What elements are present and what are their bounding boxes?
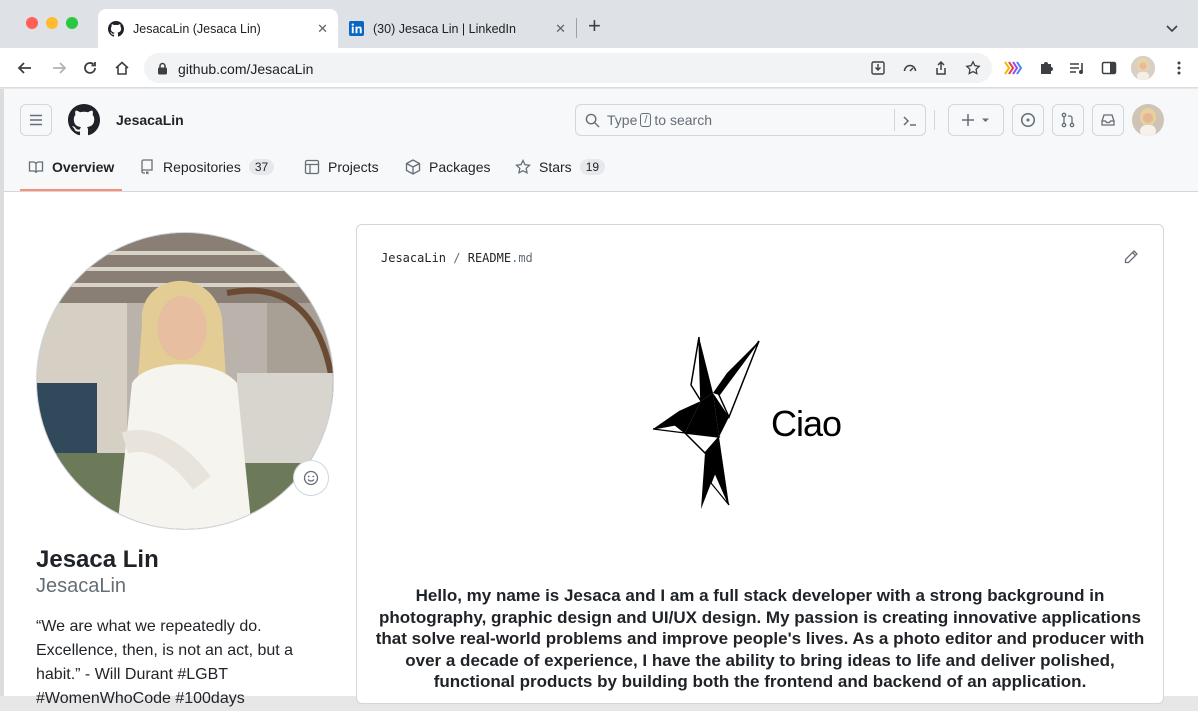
readme-file-ext: .md [511, 251, 533, 265]
tab-github[interactable]: JesacaLin (Jesaca Lin) ✕ [98, 9, 338, 48]
tab-overview-label: Overview [52, 159, 115, 175]
readme-card: JesacaLin / README.md Ciao Hello, my nam… [356, 224, 1164, 704]
tab-packages-label: Packages [429, 159, 491, 175]
readme-greeting: Ciao [771, 403, 842, 444]
close-tab-icon[interactable]: ✕ [317, 21, 328, 37]
smiley-icon [303, 470, 319, 486]
readme-owner-link[interactable]: JesacaLin [381, 251, 446, 265]
search-input[interactable]: Type / to search [575, 104, 926, 136]
search-placeholder-prefix: Type [607, 112, 638, 128]
performance-gauge-icon[interactable] [902, 60, 918, 76]
tab-stars-label: Stars [539, 159, 572, 175]
address-bar[interactable]: github.com/JesacaLin [144, 53, 992, 83]
header-divider [934, 110, 935, 130]
home-icon[interactable] [111, 57, 133, 79]
tab-overview[interactable]: Overview [28, 155, 114, 179]
issues-button[interactable] [1012, 104, 1044, 136]
tab-search-chevron-icon[interactable] [1166, 20, 1178, 38]
pull-request-icon [1061, 112, 1075, 128]
tab-linkedin[interactable]: (30) Jesaca Lin | LinkedIn ✕ [338, 9, 576, 48]
book-icon [28, 159, 44, 175]
active-tab-underline [20, 189, 122, 191]
close-tab-icon[interactable]: ✕ [555, 21, 566, 37]
inbox-button[interactable] [1092, 104, 1124, 136]
create-new-button[interactable] [948, 104, 1004, 136]
edit-pencil-icon[interactable] [1123, 249, 1139, 265]
url-host: github.com/ [178, 61, 251, 77]
zoom-window-button[interactable] [66, 17, 78, 29]
profile-bio: “We are what we repeatedly do. Excellenc… [36, 618, 294, 707]
repositories-count-badge: 37 [248, 159, 275, 175]
package-icon [405, 159, 421, 175]
stars-count-badge: 19 [579, 159, 606, 175]
issue-circle-icon [1020, 112, 1036, 128]
bookmark-star-icon[interactable] [965, 60, 981, 76]
tab-divider [576, 18, 577, 38]
side-panel-icon[interactable] [1100, 59, 1118, 77]
profile-username: JesacaLin [36, 575, 127, 597]
inbox-icon [1101, 114, 1115, 126]
tab-projects[interactable]: Projects [304, 155, 379, 179]
chrome-profile-avatar[interactable] [1131, 56, 1155, 80]
star-icon [515, 159, 531, 175]
url-path: JesacaLin [250, 61, 314, 77]
header-username-link[interactable]: JesacaLin [116, 112, 184, 128]
origami-crane-logo-icon [649, 333, 761, 514]
table-icon [304, 159, 320, 175]
user-avatar[interactable] [1132, 104, 1164, 136]
search-divider [894, 109, 895, 131]
search-icon [585, 113, 600, 133]
extensions-puzzle-icon[interactable] [1037, 59, 1055, 77]
hamburger-menu-button[interactable] [20, 104, 52, 136]
profile-photo[interactable] [36, 232, 334, 530]
search-placeholder-suffix: to search [654, 112, 713, 128]
profile-full-name: Jesaca Lin [36, 546, 159, 573]
install-app-icon[interactable] [870, 60, 886, 76]
tab-stars[interactable]: Stars 19 [515, 155, 606, 179]
back-arrow-icon[interactable] [14, 57, 36, 79]
media-playlist-icon[interactable] [1068, 59, 1086, 77]
set-status-button[interactable] [293, 460, 329, 496]
lock-icon[interactable] [154, 60, 170, 76]
tab-packages[interactable]: Packages [405, 155, 490, 179]
chrome-menu-kebab-icon[interactable] [1170, 59, 1188, 77]
readme-path-separator: / [453, 251, 461, 265]
github-logo-icon[interactable] [68, 104, 100, 141]
profile-content: Jesaca Lin JesacaLin “We are what we rep… [4, 192, 1198, 707]
pull-requests-button[interactable] [1052, 104, 1084, 136]
tab-title: JesacaLin (Jesaca Lin) [133, 21, 261, 36]
share-icon[interactable] [933, 60, 949, 76]
repo-icon [139, 159, 155, 175]
url-text: github.com/JesacaLin [178, 61, 313, 77]
readme-file-name[interactable]: README [468, 251, 511, 265]
tab-projects-label: Projects [328, 159, 379, 175]
plus-dropdown-icon [962, 114, 989, 126]
minimize-window-button[interactable] [46, 17, 58, 29]
tab-title: (30) Jesaca Lin | LinkedIn [373, 21, 516, 36]
command-palette-icon[interactable] [902, 113, 918, 134]
hamburger-icon [30, 114, 42, 126]
linkedin-favicon-icon [348, 21, 364, 37]
github-favicon-icon [108, 20, 124, 37]
search-shortcut-key: / [640, 113, 652, 127]
reload-icon[interactable] [79, 57, 101, 79]
search-placeholder: Type / to search [607, 112, 712, 128]
readme-path: JesacaLin / README.md [381, 251, 533, 265]
browser-tab-strip: JesacaLin (Jesaca Lin) ✕ (30) Jesaca Lin… [0, 0, 1198, 48]
tab-repositories-label: Repositories [163, 159, 241, 175]
browser-toolbar: github.com/JesacaLin [0, 48, 1198, 88]
close-window-button[interactable] [26, 17, 38, 29]
forward-arrow-icon[interactable] [48, 57, 70, 79]
colorful-extension-icon[interactable] [1004, 59, 1022, 77]
github-header: JesacaLin Type / to search Overview Repo… [4, 89, 1198, 192]
readme-intro-paragraph: Hello, my name is Jesaca and I am a full… [375, 586, 1145, 692]
tab-repositories[interactable]: Repositories 37 [139, 155, 275, 179]
new-tab-plus-icon[interactable]: + [588, 15, 601, 37]
